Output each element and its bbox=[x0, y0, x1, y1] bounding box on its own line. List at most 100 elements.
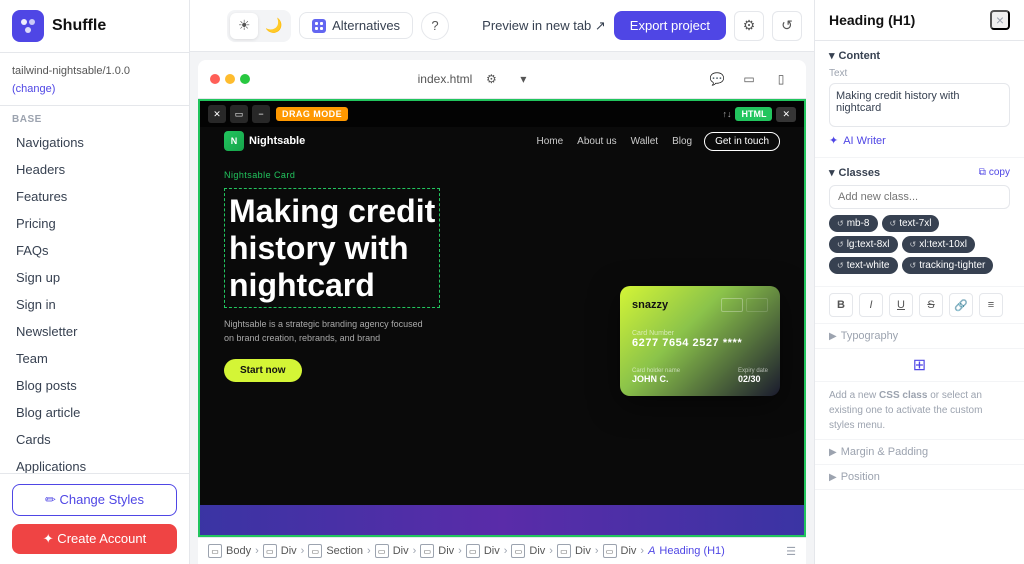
sidebar-item-blogposts[interactable]: Blog posts bbox=[0, 372, 189, 399]
nav-link-wallet[interactable]: Wallet bbox=[631, 136, 658, 147]
breadcrumb-bar: ▭ Body › ▭ Div › ▭ Section › ▭ Div › ▭ D… bbox=[198, 537, 806, 564]
sidebar-item-navigations[interactable]: Navigations bbox=[0, 129, 189, 156]
sidebar-item-features[interactable]: Features bbox=[0, 183, 189, 210]
sidebar-item-faqs[interactable]: FAQs bbox=[0, 237, 189, 264]
theme-toggle: ☀ 🌙 bbox=[227, 10, 291, 42]
align-button[interactable]: ≡ bbox=[979, 293, 1003, 317]
sidebar-item-team[interactable]: Team bbox=[0, 345, 189, 372]
css-info-text: Add a new CSS class or select an existin… bbox=[829, 388, 1010, 433]
sidebar-item-blogarticle[interactable]: Blog article bbox=[0, 399, 189, 426]
classes-chevron: ▾ bbox=[829, 166, 835, 179]
sidebar-item-signin[interactable]: Sign in bbox=[0, 291, 189, 318]
card-bottom: Card holder name JOHN C. Expiry date 02/… bbox=[632, 368, 768, 384]
sidebar-item-signup[interactable]: Sign up bbox=[0, 264, 189, 291]
card-brand: snazzy bbox=[632, 299, 668, 311]
content-section-header[interactable]: ▾ Content bbox=[829, 49, 1010, 62]
history-button[interactable]: ↺ bbox=[772, 11, 802, 41]
card-top: snazzy bbox=[632, 298, 768, 312]
preview-frame-close[interactable]: ✕ bbox=[776, 107, 796, 122]
typography-label: Typography bbox=[841, 330, 898, 342]
canvas-desktop-button[interactable]: ▭ bbox=[736, 66, 762, 92]
ai-writer-button[interactable]: ✦ AI Writer bbox=[829, 132, 886, 149]
logo-text: Shuffle bbox=[52, 17, 106, 35]
panel-close-button[interactable]: × bbox=[990, 10, 1010, 30]
sidebar-header: Shuffle bbox=[0, 0, 189, 53]
breadcrumb-div-1[interactable]: ▭ Div bbox=[263, 544, 297, 558]
strikethrough-button[interactable]: S bbox=[919, 293, 943, 317]
create-account-button[interactable]: ✦ Create Account bbox=[12, 524, 177, 554]
breadcrumb-menu-button[interactable]: ☰ bbox=[786, 545, 796, 558]
copy-classes-button[interactable]: ⧉ copy bbox=[979, 167, 1010, 178]
class-tag-trackingtighter[interactable]: ↺ tracking-tighter bbox=[902, 257, 994, 274]
bold-button[interactable]: B bbox=[829, 293, 853, 317]
nav-link-blog[interactable]: Blog bbox=[672, 136, 692, 147]
class-tag-text7xl[interactable]: ↺ text-7xl bbox=[882, 215, 940, 232]
sidebar-item-cards[interactable]: Cards bbox=[0, 426, 189, 453]
tag-icon-textwhite: ↺ bbox=[837, 261, 844, 270]
window-dot-red bbox=[210, 74, 220, 84]
preview-label: Preview in new tab ↗ bbox=[482, 18, 606, 34]
logo-icon bbox=[12, 10, 44, 42]
panel-header: Heading (H1) × bbox=[815, 0, 1024, 41]
italic-button[interactable]: I bbox=[859, 293, 883, 317]
drag-bar: ✕ ▭ − DRAG MODE ↑↓ HTML ✕ bbox=[200, 101, 804, 127]
margin-header[interactable]: ▶ Margin & Padding bbox=[829, 446, 1010, 458]
preview-logo-text: Nightsable bbox=[249, 135, 305, 147]
breadcrumb-box-div4: ▭ bbox=[466, 544, 480, 558]
project-change-link[interactable]: (change) bbox=[12, 83, 55, 95]
breadcrumb-box-div2: ▭ bbox=[375, 544, 389, 558]
sidebar-item-headers[interactable]: Headers bbox=[0, 156, 189, 183]
canvas-chevron-button[interactable]: ▾ bbox=[510, 66, 536, 92]
classes-section-header: ▾ Classes ⧉ copy bbox=[829, 166, 1010, 179]
settings-button[interactable]: ⚙ bbox=[734, 11, 764, 41]
help-button[interactable]: ? bbox=[421, 12, 449, 40]
add-class-input[interactable] bbox=[829, 185, 1010, 209]
breadcrumb-div-6[interactable]: ▭ Div bbox=[557, 544, 591, 558]
theme-light-button[interactable]: ☀ bbox=[230, 13, 258, 39]
breadcrumb-section[interactable]: ▭ Section bbox=[308, 544, 363, 558]
classes-toggle[interactable]: ▾ Classes bbox=[829, 166, 880, 179]
export-button[interactable]: Export project bbox=[614, 11, 726, 40]
breadcrumb-div-4[interactable]: ▭ Div bbox=[466, 544, 500, 558]
link-button[interactable]: 🔗 bbox=[949, 293, 973, 317]
class-tags-grid: ↺ mb-8 ↺ text-7xl ↺ lg:text-8xl ↺ xl:tex… bbox=[829, 215, 1010, 274]
class-tag-mb8[interactable]: ↺ mb-8 bbox=[829, 215, 878, 232]
breadcrumb-div-3[interactable]: ▭ Div bbox=[420, 544, 454, 558]
sidebar-item-applications[interactable]: Applications bbox=[0, 453, 189, 473]
canvas-settings-button[interactable]: ⚙ bbox=[478, 66, 504, 92]
typography-header[interactable]: ▶ Typography bbox=[829, 330, 1010, 342]
canvas-chat-button[interactable]: 💬 bbox=[704, 66, 730, 92]
underline-button[interactable]: U bbox=[889, 293, 913, 317]
class-tag-xltext10xl[interactable]: ↺ xl:text-10xl bbox=[902, 236, 976, 253]
class-tag-lgtext8xl[interactable]: ↺ lg:text-8xl bbox=[829, 236, 898, 253]
breadcrumb-body[interactable]: ▭ Body bbox=[208, 544, 251, 558]
theme-dark-button[interactable]: 🌙 bbox=[260, 13, 288, 39]
alternatives-button[interactable]: Alternatives bbox=[299, 12, 413, 39]
class-tag-textwhite[interactable]: ↺ text-white bbox=[829, 257, 898, 274]
preview-button[interactable]: Preview in new tab ↗ bbox=[482, 18, 606, 34]
change-styles-button[interactable]: ✏ Change Styles bbox=[12, 484, 177, 516]
position-header[interactable]: ▶ Position bbox=[829, 471, 1010, 483]
nav-link-about[interactable]: About us bbox=[577, 136, 616, 147]
breadcrumb-current[interactable]: A Heading (H1) bbox=[648, 545, 725, 557]
breadcrumb-div-5[interactable]: ▭ Div bbox=[511, 544, 545, 558]
text-content-field[interactable]: Making credit history with nightcard bbox=[829, 83, 1010, 127]
canvas-mobile-button[interactable]: ▯ bbox=[768, 66, 794, 92]
drag-icon-minus: − bbox=[252, 105, 270, 123]
breadcrumb-div-2[interactable]: ▭ Div bbox=[375, 544, 409, 558]
card-holder-section: Card holder name JOHN C. bbox=[632, 368, 680, 384]
tag-icon-text7xl: ↺ bbox=[890, 219, 897, 228]
sidebar-item-pricing[interactable]: Pricing bbox=[0, 210, 189, 237]
margin-chevron: ▶ bbox=[829, 447, 837, 458]
sidebar-item-newsletter[interactable]: Newsletter bbox=[0, 318, 189, 345]
sidebar: Shuffle tailwind-nightsable/1.0.0 (chang… bbox=[0, 0, 190, 564]
hero-cta-button[interactable]: Start now bbox=[224, 359, 302, 382]
css-info-section: Add a new CSS class or select an existin… bbox=[815, 382, 1024, 440]
panel-content-section: ▾ Content Text Making credit history wit… bbox=[815, 41, 1024, 158]
chip-bar-2 bbox=[746, 298, 768, 312]
nav-link-home[interactable]: Home bbox=[536, 136, 563, 147]
get-in-touch-button[interactable]: Get in touch bbox=[704, 132, 780, 151]
breadcrumb-sep-1: › bbox=[255, 545, 259, 557]
breadcrumb-div-7[interactable]: ▭ Div bbox=[603, 544, 637, 558]
drag-icon-box: ▭ bbox=[230, 105, 248, 123]
